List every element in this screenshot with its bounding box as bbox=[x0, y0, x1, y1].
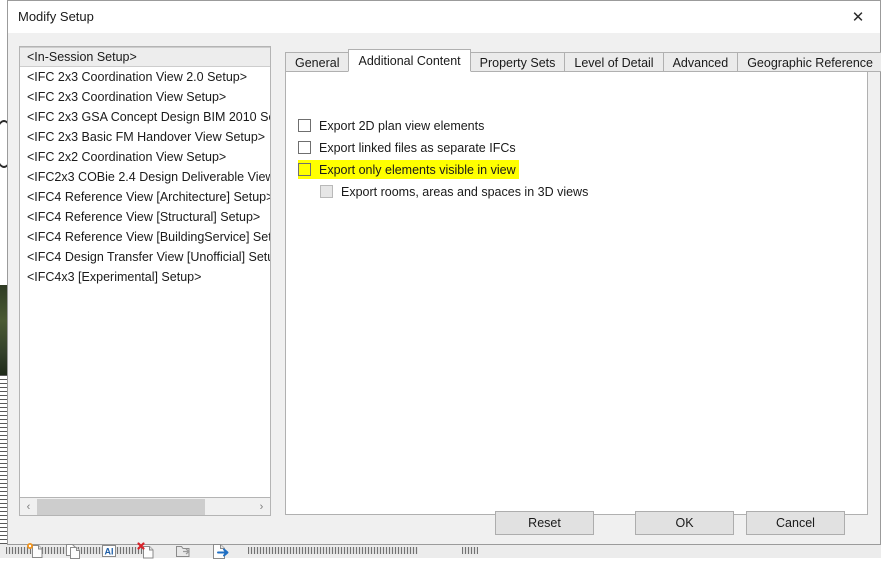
setup-list-item[interactable]: <IFC4 Reference View [Architecture] Setu… bbox=[20, 187, 270, 207]
setup-list-item-label: <IFC 2x2 Coordination View Setup> bbox=[27, 150, 226, 164]
duplicate-setup-icon bbox=[62, 541, 82, 566]
rename-setup-icon: AI bbox=[99, 541, 119, 566]
dialog-body: <In-Session Setup> <IFC 2x3 Coordination … bbox=[8, 33, 880, 544]
checkbox-label: Export 2D plan view elements bbox=[319, 119, 484, 133]
export-setup-button[interactable] bbox=[207, 541, 233, 565]
checkbox-row: Export rooms, areas and spaces in 3D vie… bbox=[320, 182, 588, 201]
new-setup-icon bbox=[25, 541, 45, 566]
setup-list-item[interactable]: <IFC 2x2 Coordination View Setup> bbox=[20, 147, 270, 167]
tab-geographic-reference[interactable]: Geographic Reference bbox=[737, 52, 881, 72]
dialog-titlebar: Modify Setup ✕ bbox=[8, 1, 880, 34]
setup-list-item[interactable]: <IFC4 Reference View [Structural] Setup> bbox=[20, 207, 270, 227]
ok-button[interactable]: OK bbox=[635, 511, 734, 535]
scroll-left-icon[interactable]: ‹ bbox=[20, 499, 37, 515]
close-icon[interactable]: ✕ bbox=[836, 1, 880, 32]
setup-list-item-label: <IFC2x3 COBie 2.4 Design Deliverable Vie… bbox=[27, 170, 271, 184]
checkbox-icon[interactable] bbox=[298, 119, 311, 132]
setup-list-item-label: <IFC4 Reference View [Structural] Setup> bbox=[27, 210, 260, 224]
tab-general[interactable]: General bbox=[285, 52, 349, 72]
tab-advanced[interactable]: Advanced bbox=[663, 52, 739, 72]
scroll-right-icon[interactable]: › bbox=[253, 499, 270, 515]
scrollbar-thumb[interactable] bbox=[37, 499, 205, 515]
checkbox-icon[interactable] bbox=[298, 141, 311, 154]
checkbox-icon bbox=[320, 185, 333, 198]
additional-content-panel: Export 2D plan view elements Export linke… bbox=[285, 71, 868, 515]
svg-text:AI: AI bbox=[105, 546, 114, 556]
rename-setup-button[interactable]: AI bbox=[96, 541, 122, 565]
setup-list-item[interactable]: <IFC4 Design Transfer View [Unofficial] … bbox=[20, 247, 270, 267]
setup-list-item[interactable]: <IFC 2x3 GSA Concept Design BIM 2010 Set… bbox=[20, 107, 270, 127]
tab-level-of-detail[interactable]: Level of Detail bbox=[564, 52, 663, 72]
checkbox-label: Export linked files as separate IFCs bbox=[319, 141, 516, 155]
setup-list-item[interactable]: <IFC4x3 [Experimental] Setup> bbox=[20, 267, 270, 287]
setup-list-item-label: <IFC4 Design Transfer View [Unofficial] … bbox=[27, 250, 271, 264]
settings-tab-strip[interactable]: GeneralAdditional ContentProperty SetsLe… bbox=[285, 50, 881, 72]
duplicate-setup-button[interactable] bbox=[59, 541, 85, 565]
checkbox-label: Export only elements visible in view bbox=[319, 163, 516, 177]
reset-button[interactable]: Reset bbox=[495, 511, 594, 535]
setup-list-item-label: <In-Session Setup> bbox=[27, 50, 137, 64]
import-setup-icon bbox=[173, 541, 193, 566]
setup-list-item-label: <IFC 2x3 Coordination View 2.0 Setup> bbox=[27, 70, 247, 84]
tab-additional-content[interactable]: Additional Content bbox=[348, 49, 470, 72]
setup-list-item-label: <IFC4 Reference View [BuildingService] S… bbox=[27, 230, 271, 244]
background-table-cell bbox=[539, 544, 881, 558]
setup-list-item[interactable]: <In-Session Setup> bbox=[20, 47, 270, 67]
delete-setup-icon bbox=[136, 541, 156, 566]
setup-list-item-label: <IFC 2x3 Coordination View Setup> bbox=[27, 90, 226, 104]
setup-list-item[interactable]: <IFC2x3 COBie 2.4 Design Deliverable Vie… bbox=[20, 167, 270, 187]
new-setup-button[interactable] bbox=[22, 541, 48, 565]
dialog-title: Modify Setup bbox=[18, 9, 94, 24]
setup-list[interactable]: <In-Session Setup> <IFC 2x3 Coordination … bbox=[19, 46, 271, 498]
scrollbar-track[interactable] bbox=[37, 499, 253, 515]
checkbox-row[interactable]: Export 2D plan view elements bbox=[298, 116, 484, 135]
import-setup-button[interactable] bbox=[170, 541, 196, 565]
background-text-smudge bbox=[248, 547, 418, 554]
setup-list-item-label: <IFC4x3 [Experimental] Setup> bbox=[27, 270, 201, 284]
delete-setup-button[interactable] bbox=[133, 541, 159, 565]
setup-toolbar: AI bbox=[22, 541, 233, 565]
setup-list-item[interactable]: <IFC 2x3 Coordination View 2.0 Setup> bbox=[20, 67, 270, 87]
setup-list-horizontal-scrollbar[interactable]: ‹ › bbox=[19, 498, 271, 516]
cancel-button[interactable]: Cancel bbox=[746, 511, 845, 535]
setup-list-item[interactable]: <IFC4 Reference View [BuildingService] S… bbox=[20, 227, 270, 247]
checkbox-label: Export rooms, areas and spaces in 3D vie… bbox=[341, 185, 588, 199]
checkbox-row[interactable]: Export linked files as separate IFCs bbox=[298, 138, 516, 157]
setup-list-item-label: <IFC 2x3 GSA Concept Design BIM 2010 Set… bbox=[27, 110, 271, 124]
background-text-smudge bbox=[462, 547, 478, 554]
setup-list-item[interactable]: <IFC 2x3 Basic FM Handover View Setup> bbox=[20, 127, 270, 147]
setup-list-item-label: <IFC 2x3 Basic FM Handover View Setup> bbox=[27, 130, 265, 144]
export-setup-icon bbox=[210, 541, 230, 566]
modify-setup-dialog: Modify Setup ✕ <In-Session Setup> <IFC 2x… bbox=[7, 0, 881, 545]
setup-list-item[interactable]: <IFC 2x3 Coordination View Setup> bbox=[20, 87, 270, 107]
setup-list-item-label: <IFC4 Reference View [Architecture] Setu… bbox=[27, 190, 271, 204]
checkbox-row[interactable]: Export only elements visible in view bbox=[298, 160, 519, 179]
checkbox-icon[interactable] bbox=[298, 163, 311, 176]
tab-property-sets[interactable]: Property Sets bbox=[470, 52, 566, 72]
